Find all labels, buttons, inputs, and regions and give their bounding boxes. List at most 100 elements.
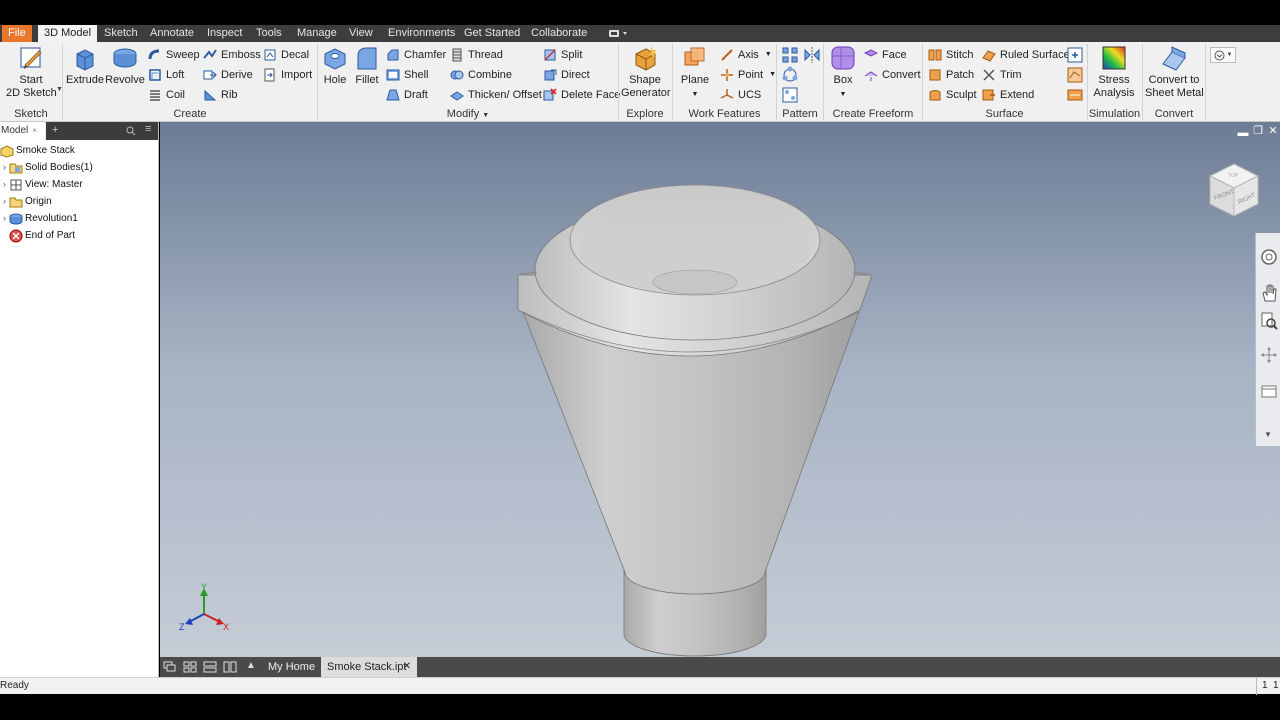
restore-icon[interactable]: ❐ xyxy=(1252,125,1264,137)
tree-item-label: Revolution1 xyxy=(25,213,78,224)
search-icon[interactable] xyxy=(126,126,136,136)
sweep-button[interactable]: Sweep xyxy=(148,46,200,64)
graphics-viewport[interactable]: FRONT RIGHT TOP ▬ ❐ ✕ Y X Z xyxy=(160,122,1280,657)
ucs-button[interactable]: UCS xyxy=(720,86,761,104)
convert-freeform-button[interactable]: Convert xyxy=(864,66,921,84)
tree-item-end-of-part[interactable]: End of Part xyxy=(0,227,75,244)
start-sketch-line1: Start xyxy=(19,74,43,86)
view-rep-icon xyxy=(10,179,22,190)
decal-button[interactable]: Decal xyxy=(263,46,309,64)
zoom-icon[interactable] xyxy=(1259,311,1279,331)
doc-tab-close-icon[interactable]: ✕ xyxy=(403,657,411,677)
tab-manage[interactable]: Manage xyxy=(291,25,343,42)
circular-pattern-button[interactable] xyxy=(781,66,799,84)
box-button[interactable]: Box ▼ xyxy=(828,44,858,101)
tree-item-solid-bodies[interactable]: › Solid Bodies(1) xyxy=(0,159,93,176)
revolve-button[interactable]: Revolve xyxy=(105,44,145,87)
tab-collaborate[interactable]: Collaborate xyxy=(525,25,593,42)
cascade-windows-icon[interactable] xyxy=(163,661,177,673)
orbit-icon[interactable] xyxy=(1259,345,1279,365)
thicken-offset-button[interactable]: Thicken/ Offset xyxy=(450,86,542,104)
rectangular-pattern-button[interactable] xyxy=(781,46,799,64)
steering-wheel-icon[interactable] xyxy=(1259,247,1279,267)
direct-button[interactable]: Direct xyxy=(543,66,590,84)
delete-face-button[interactable]: Delete Face xyxy=(543,86,620,104)
hole-button[interactable]: Hole xyxy=(321,44,349,87)
browser-menu-icon[interactable]: ≡ xyxy=(145,123,151,135)
convert-to-sheet-metal-button[interactable]: Convert to Sheet Metal xyxy=(1145,44,1204,100)
rib-button[interactable]: Rib xyxy=(203,86,238,104)
ribbon-display-toggle[interactable] xyxy=(608,28,630,39)
tree-item-view-master[interactable]: › View: Master xyxy=(0,176,83,193)
trim-button[interactable]: Trim xyxy=(982,66,1022,84)
tab-annotate[interactable]: Annotate xyxy=(144,25,200,42)
tab-inspect[interactable]: Inspect xyxy=(201,25,248,42)
tab-file[interactable]: File xyxy=(2,25,32,42)
coil-button[interactable]: Coil xyxy=(148,86,185,104)
minimize-icon[interactable]: ▬ xyxy=(1237,127,1249,139)
tab-close-icon[interactable]: × xyxy=(32,126,37,135)
start-2d-sketch-button[interactable]: Start 2D Sketch xyxy=(6,44,57,100)
expand-chevron-icon[interactable]: › xyxy=(0,193,9,210)
face-button[interactable]: Face xyxy=(864,46,906,64)
thread-button[interactable]: Thread xyxy=(450,46,503,64)
fillet-button[interactable]: Fillet xyxy=(352,44,382,87)
plane-button[interactable]: Plane ▼ xyxy=(678,44,712,101)
stitch-button[interactable]: Stitch xyxy=(928,46,974,64)
tab-smoke-stack-ipt[interactable]: Smoke Stack.ipt ✕ xyxy=(321,657,417,677)
add-tab-icon[interactable]: + xyxy=(52,124,58,136)
shell-button[interactable]: Shell xyxy=(386,66,428,84)
pan-hand-icon[interactable] xyxy=(1259,283,1279,303)
tab-environments[interactable]: Environments xyxy=(382,25,461,42)
ribbon-options-dropdown[interactable]: ▼ xyxy=(1210,47,1236,63)
surface-tool-2-button[interactable] xyxy=(1066,66,1084,84)
surface-tool-1-button[interactable] xyxy=(1066,46,1084,64)
tab-3d-model[interactable]: 3D Model xyxy=(38,25,98,42)
tab-view[interactable]: View xyxy=(343,25,379,42)
direct-label: Direct xyxy=(561,69,590,81)
look-at-icon[interactable] xyxy=(1259,381,1279,401)
expand-chevron-icon[interactable]: › xyxy=(0,159,9,176)
shape-generator-button[interactable]: Shape Generator xyxy=(621,44,671,100)
extrude-button[interactable]: Extrude xyxy=(66,44,104,87)
navbar-expand-icon[interactable]: ▼ xyxy=(1264,430,1272,439)
ruled-surface-button[interactable]: Ruled Surface xyxy=(982,46,1070,64)
close-icon[interactable]: ✕ xyxy=(1267,125,1279,137)
import-button[interactable]: Import xyxy=(263,66,312,84)
emboss-button[interactable]: Emboss xyxy=(203,46,261,64)
fillet-label: Fillet xyxy=(355,74,379,86)
trim-label: Trim xyxy=(1000,69,1022,81)
point-button[interactable]: Point ▼ xyxy=(720,66,776,84)
tab-tools[interactable]: Tools xyxy=(250,25,288,42)
view-cube[interactable]: FRONT RIGHT TOP xyxy=(1204,156,1264,220)
sketch-driven-pattern-button[interactable] xyxy=(781,86,799,104)
patch-button[interactable]: Patch xyxy=(928,66,974,84)
loft-button[interactable]: Loft xyxy=(148,66,184,84)
sculpt-button[interactable]: Sculpt xyxy=(928,86,977,104)
axis-button[interactable]: Axis ▼ xyxy=(720,46,772,64)
surface-tool-3-button[interactable] xyxy=(1066,86,1084,104)
mirror-button[interactable] xyxy=(803,46,821,64)
sweep-label: Sweep xyxy=(166,49,200,61)
tab-my-home[interactable]: My Home xyxy=(262,657,321,677)
document-list-icon[interactable]: ▲ xyxy=(246,660,256,671)
tree-item-revolution1[interactable]: › Revolution1 xyxy=(0,210,78,227)
tab-sketch[interactable]: Sketch xyxy=(98,25,144,42)
chamfer-button[interactable]: Chamfer xyxy=(386,46,446,64)
tile-windows-icon[interactable] xyxy=(183,661,197,673)
stress-analysis-button[interactable]: Stress Analysis xyxy=(1092,44,1136,100)
tile-vertical-icon[interactable] xyxy=(223,661,237,673)
tree-item-origin[interactable]: › Origin xyxy=(0,193,52,210)
tree-item-smoke-stack[interactable]: Smoke Stack xyxy=(0,142,75,159)
split-button[interactable]: Split xyxy=(543,46,582,64)
draft-button[interactable]: Draft xyxy=(386,86,428,104)
extend-button[interactable]: Extend xyxy=(982,86,1034,104)
tile-horizontal-icon[interactable] xyxy=(203,661,217,673)
derive-button[interactable]: Derive xyxy=(203,66,253,84)
combine-button[interactable]: Combine xyxy=(450,66,512,84)
tab-get-started[interactable]: Get Started xyxy=(458,25,526,42)
group-label-modify[interactable]: Modify ▼ xyxy=(318,107,618,121)
expand-chevron-icon[interactable]: › xyxy=(0,176,9,193)
browser-tab-model[interactable]: Model × xyxy=(0,122,45,140)
expand-chevron-icon[interactable]: › xyxy=(0,210,9,227)
